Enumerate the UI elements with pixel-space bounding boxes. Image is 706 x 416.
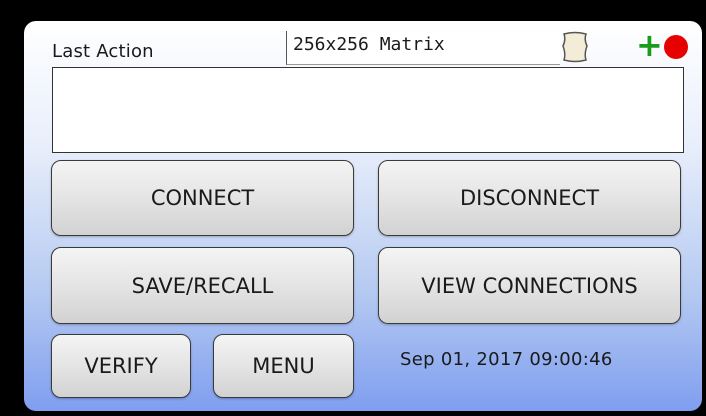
- record-icon: [662, 33, 690, 61]
- plus-icon[interactable]: +: [636, 25, 663, 65]
- matrix-name-field[interactable]: 256x256 Matrix: [286, 31, 560, 65]
- menu-button[interactable]: MENU: [213, 334, 354, 398]
- verify-button[interactable]: VERIFY: [51, 334, 191, 398]
- control-panel-screen: Last Action 256x256 Matrix + CONNECT DIS…: [24, 21, 702, 411]
- last-action-label: Last Action: [52, 41, 154, 62]
- disconnect-button[interactable]: DISCONNECT: [378, 160, 681, 236]
- datetime-display: Sep 01, 2017 09:00:46: [400, 349, 613, 370]
- view-connections-button[interactable]: VIEW CONNECTIONS: [378, 247, 681, 324]
- shield-icon[interactable]: [560, 31, 590, 63]
- last-action-textbox: [52, 67, 684, 153]
- connect-button[interactable]: CONNECT: [51, 160, 354, 236]
- save-recall-button[interactable]: SAVE/RECALL: [51, 247, 354, 324]
